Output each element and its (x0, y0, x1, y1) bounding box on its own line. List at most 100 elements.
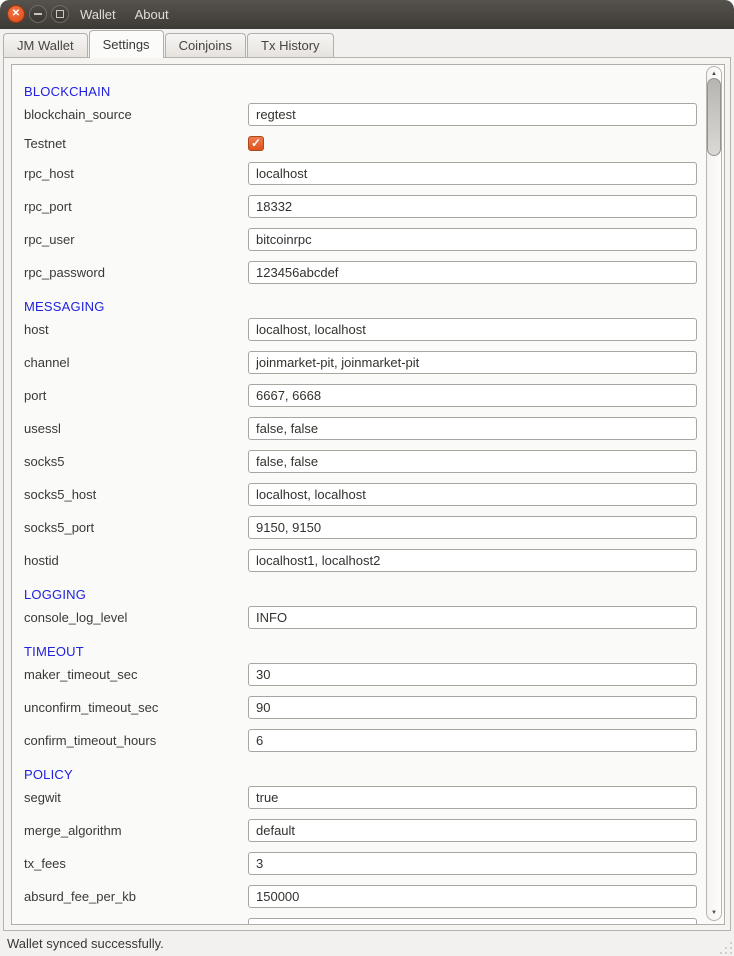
scroll-up-icon[interactable]: ▲ (707, 71, 721, 77)
field-label: rpc_password (24, 261, 105, 284)
tab-coinjoins[interactable]: Coinjoins (165, 33, 246, 57)
setting-row-rpc_password: rpc_password (24, 261, 704, 294)
minimize-button[interactable] (29, 5, 47, 23)
minimize-icon (34, 13, 42, 15)
setting-row-maker_timeout_sec: maker_timeout_sec (24, 663, 704, 696)
section-label: BLOCKCHAIN (24, 84, 111, 99)
section-label: MESSAGING (24, 299, 105, 314)
setting-row-tx_fees: tx_fees (24, 852, 704, 885)
merge_algorithm-input[interactable] (248, 819, 697, 842)
field-label: rpc_user (24, 228, 75, 251)
confirm_timeout_hours-input[interactable] (248, 729, 697, 752)
port-input[interactable] (248, 384, 697, 407)
close-button[interactable]: ✕ (7, 5, 25, 23)
segwit-input[interactable] (248, 786, 697, 809)
menubar: Wallet About (78, 0, 171, 29)
setting-row-rpc_host: rpc_host (24, 162, 704, 195)
resize-grip-icon[interactable] (719, 941, 732, 954)
field-label: maker_timeout_sec (24, 663, 137, 686)
setting-row-cutoff (24, 918, 704, 924)
setting-row-socks5: socks5 (24, 450, 704, 483)
tab-label: JM Wallet (17, 38, 74, 53)
setting-row-merge_algorithm: merge_algorithm (24, 819, 704, 852)
usessl-input[interactable] (248, 417, 697, 440)
channel-input[interactable] (248, 351, 697, 374)
settings-scroll-area: BLOCKCHAIN blockchain_source Testnet ✓ rpc_h… (11, 64, 725, 925)
setting-row-segwit: segwit (24, 786, 704, 819)
setting-row-socks5_port: socks5_port (24, 516, 704, 549)
field-label: absurd_fee_per_kb (24, 885, 136, 908)
tab-jm-wallet[interactable]: JM Wallet (3, 33, 88, 57)
maker_timeout_sec-input[interactable] (248, 663, 697, 686)
tab-label: Tx History (261, 38, 320, 53)
field-label: host (24, 318, 49, 341)
settings-form: BLOCKCHAIN blockchain_source Testnet ✓ rpc_h… (24, 79, 704, 924)
scrollbar-thumb[interactable] (707, 78, 721, 156)
testnet-checkbox[interactable]: ✓ (248, 136, 264, 151)
hostid-input[interactable] (248, 549, 697, 572)
field-label: unconfirm_timeout_sec (24, 696, 158, 719)
scroll-down-icon[interactable]: ▼ (707, 910, 721, 916)
section-header-timeout: TIMEOUT (24, 639, 704, 663)
cutoff-input[interactable] (248, 918, 697, 925)
tab-settings[interactable]: Settings (89, 30, 164, 58)
setting-row-confirm_timeout_hours: confirm_timeout_hours (24, 729, 704, 762)
tx_fees-input[interactable] (248, 852, 697, 875)
section-label: TIMEOUT (24, 644, 84, 659)
setting-row-blockchain_source: blockchain_source (24, 103, 704, 136)
unconfirm_timeout_sec-input[interactable] (248, 696, 697, 719)
setting-row-usessl: usessl (24, 417, 704, 450)
absurd_fee_per_kb-input[interactable] (248, 885, 697, 908)
setting-row-channel: channel (24, 351, 704, 384)
field-label: port (24, 384, 46, 407)
section-label: LOGGING (24, 587, 86, 602)
rpc_password-input[interactable] (248, 261, 697, 284)
section-header-blockchain: BLOCKCHAIN (24, 79, 704, 103)
field-label: blockchain_source (24, 103, 132, 126)
status-message: Wallet synced successfully. (7, 936, 164, 951)
socks5_host-input[interactable] (248, 483, 697, 506)
setting-row-unconfirm_timeout_sec: unconfirm_timeout_sec (24, 696, 704, 729)
host-input[interactable] (248, 318, 697, 341)
field-label: socks5 (24, 450, 64, 473)
section-header-policy: POLICY (24, 762, 704, 786)
field-label: Testnet (24, 136, 66, 151)
setting-row-testnet: Testnet ✓ (24, 136, 704, 162)
field-label: hostid (24, 549, 59, 572)
setting-row-port: port (24, 384, 704, 417)
status-bar: Wallet synced successfully. (0, 931, 734, 956)
setting-row-rpc_user: rpc_user (24, 228, 704, 261)
menu-about[interactable]: About (133, 6, 171, 23)
maximize-button[interactable] (51, 5, 69, 23)
blockchain_source-input[interactable] (248, 103, 697, 126)
vertical-scrollbar[interactable]: ▲ ▼ (706, 66, 722, 921)
socks5_port-input[interactable] (248, 516, 697, 539)
console_log_level-input[interactable] (248, 606, 697, 629)
field-label: merge_algorithm (24, 819, 122, 842)
setting-row-host: host (24, 318, 704, 351)
field-label: segwit (24, 786, 61, 809)
maximize-icon (56, 10, 64, 18)
tab-label: Coinjoins (179, 38, 232, 53)
titlebar: ✕ Wallet About (0, 0, 734, 29)
wallet-window: ✕ Wallet About JM Wallet Settings Coinjo… (0, 0, 734, 956)
setting-row-socks5_host: socks5_host (24, 483, 704, 516)
tab-label: Settings (103, 37, 150, 52)
socks5-input[interactable] (248, 450, 697, 473)
field-label: rpc_host (24, 162, 74, 185)
setting-row-absurd_fee_per_kb: absurd_fee_per_kb (24, 885, 704, 918)
tab-bar: JM Wallet Settings Coinjoins Tx History (0, 29, 734, 57)
rpc_user-input[interactable] (248, 228, 697, 251)
field-label: confirm_timeout_hours (24, 729, 156, 752)
checkmark-icon: ✓ (251, 137, 261, 149)
field-label: rpc_port (24, 195, 72, 218)
section-header-logging: LOGGING (24, 582, 704, 606)
tab-tx-history[interactable]: Tx History (247, 33, 334, 57)
section-label: POLICY (24, 767, 73, 782)
field-label: socks5_host (24, 483, 96, 506)
field-label: socks5_port (24, 516, 94, 539)
rpc_host-input[interactable] (248, 162, 697, 185)
menu-wallet[interactable]: Wallet (78, 6, 118, 23)
section-header-messaging: MESSAGING (24, 294, 704, 318)
rpc_port-input[interactable] (248, 195, 697, 218)
